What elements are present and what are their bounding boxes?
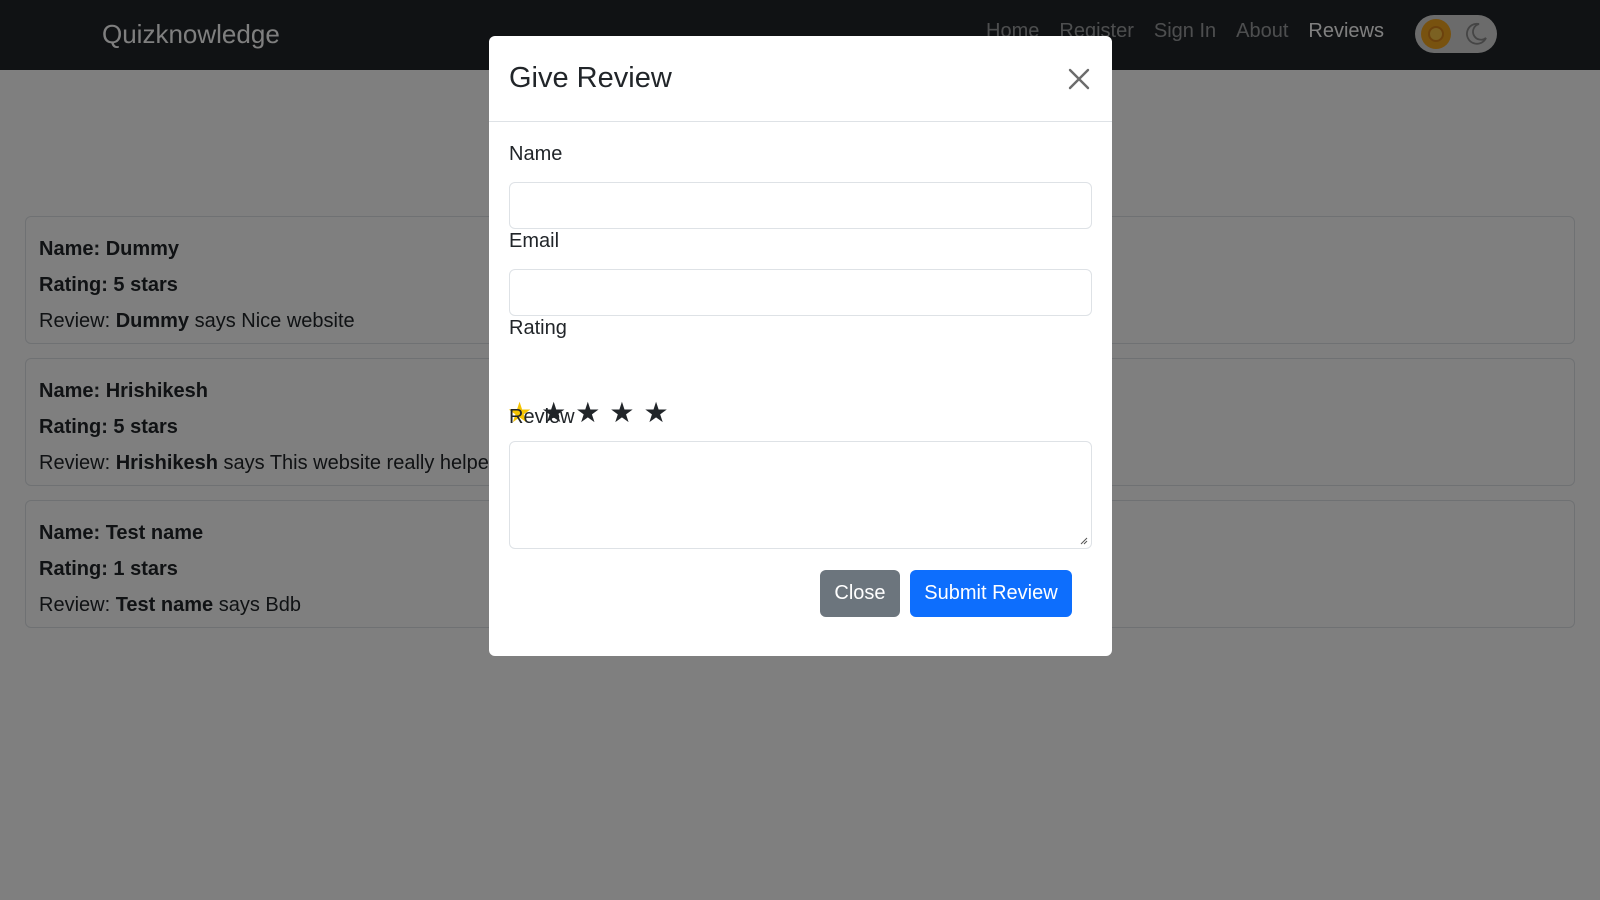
give-review-modal: Give Review Name Email Rating ★ ★ ★ ★ ★ Revi…: [489, 36, 1112, 656]
name-label: Name: [509, 143, 563, 165]
close-button[interactable]: Close: [820, 570, 900, 617]
rating-label: Rating: [509, 317, 567, 339]
name-field[interactable]: [509, 182, 1092, 229]
review-label: Review: [509, 406, 575, 428]
submit-review-button[interactable]: Submit Review: [910, 570, 1072, 617]
resize-grip-icon[interactable]: [1078, 535, 1088, 545]
modal-title: Give Review: [509, 62, 672, 94]
star-icon[interactable]: ★: [643, 397, 668, 429]
review-textarea[interactable]: [509, 441, 1092, 549]
modal-header: Give Review: [489, 36, 1112, 122]
star-icon[interactable]: ★: [575, 397, 600, 429]
email-field[interactable]: [509, 269, 1092, 316]
star-icon[interactable]: ★: [609, 397, 634, 429]
email-label: Email: [509, 230, 560, 252]
close-icon[interactable]: [1064, 64, 1094, 94]
